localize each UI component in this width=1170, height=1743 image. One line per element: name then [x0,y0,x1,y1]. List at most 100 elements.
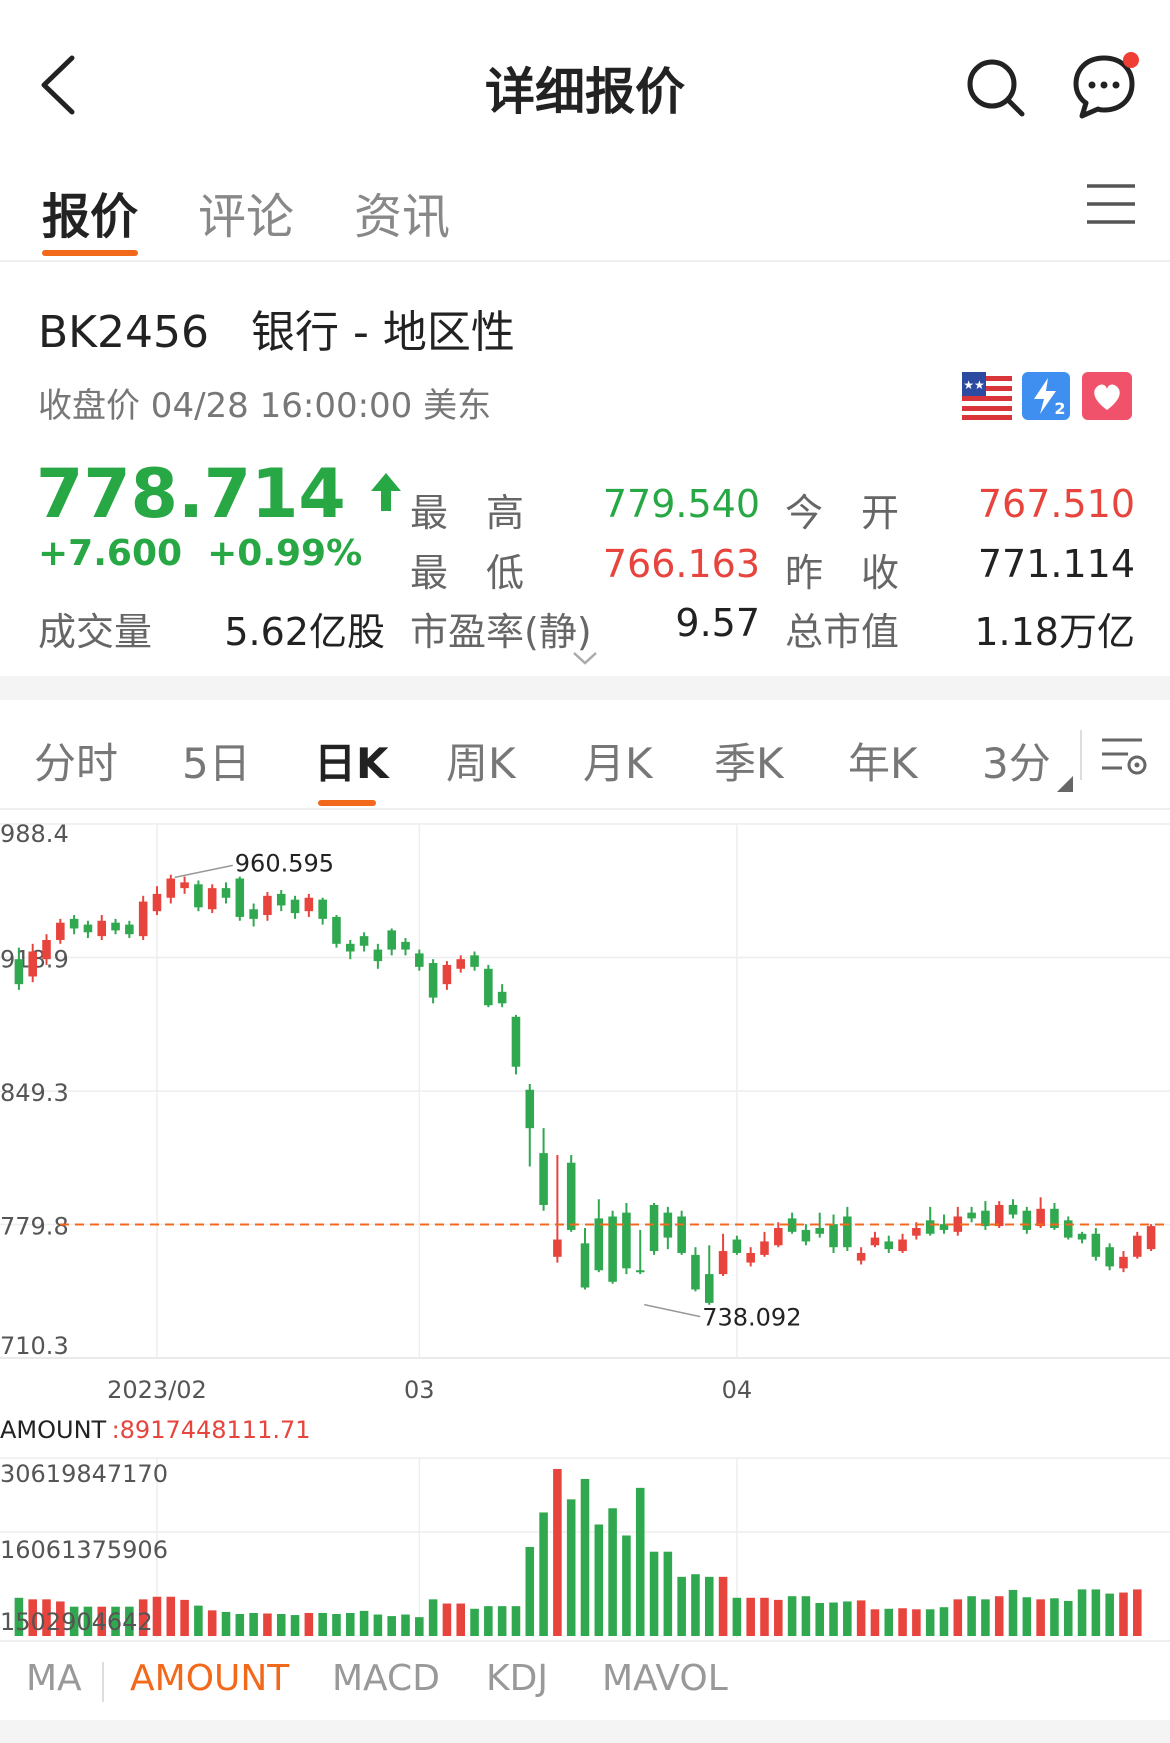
tab-news[interactable]: 资讯 [354,177,450,247]
amount-bar [539,1512,548,1636]
period-tab-quarterly[interactable]: 季K [714,730,784,791]
candle-body [428,963,438,998]
amount-bar [925,1609,935,1636]
amount-bar [635,1487,645,1636]
period-tab-yearly[interactable]: 年K [848,730,918,791]
amount-bar [1133,1589,1142,1636]
amount-bar [1077,1589,1087,1636]
amount-bar [1050,1598,1059,1636]
price-tick-label: 849.3 [0,1079,69,1107]
amount-bar [373,1614,383,1636]
dropdown-corner-icon [1057,776,1073,792]
last-price: 778.714 [36,455,403,534]
search-icon [967,59,1025,117]
candle-body [870,1237,880,1246]
amount-bar [774,1599,783,1636]
candle-body [760,1241,769,1255]
tab-quote[interactable]: 报价 [42,177,138,247]
indicator-tab-ma[interactable]: MA [26,1658,82,1699]
indicator-tab-amount[interactable]: AMOUNT [130,1658,289,1699]
candle-body [415,953,424,967]
amount-bar [691,1574,700,1636]
candle-body [884,1241,894,1250]
max-leader [174,864,233,879]
period-tab-intraday[interactable]: 分时 [34,730,118,791]
candle-body [718,1251,728,1275]
period-tab-monthly[interactable]: 月K [583,730,653,791]
open-value: 767.510 [977,482,1135,526]
settings-list-icon [1102,738,1147,775]
candle-body [525,1089,535,1129]
candle-body [28,951,37,977]
amount-bar [415,1617,424,1636]
candle-body [359,936,369,946]
candlesticks [14,874,1156,1305]
amount-tick-label: 30619847170 [0,1460,168,1488]
candle-body [332,916,341,944]
candle-body [1091,1233,1101,1257]
amount-bar [207,1610,217,1636]
candle-body [263,895,272,916]
menu-button[interactable] [1085,180,1137,230]
amount-bar [663,1551,673,1636]
price-tick-label: 710.3 [0,1332,69,1360]
amount-bar [318,1612,327,1636]
candle-body [373,949,383,962]
open-label: 今 开 [785,491,900,535]
period-tab-3min[interactable]: 3分 [982,730,1051,791]
amount-bar [856,1600,866,1636]
amount-bar [553,1468,562,1636]
candle-body [843,1216,852,1248]
amount-bar [276,1614,286,1636]
amount-bar [221,1611,231,1636]
prev-close-value: 771.114 [977,542,1135,586]
favorite-heart-icon[interactable] [1082,372,1132,420]
date-tick-label: 2023/02 [107,1376,207,1404]
period-tab-5day[interactable]: 5日 [182,730,251,791]
amount-bar [484,1606,493,1636]
candle-body [967,1212,976,1219]
amount-bar [401,1614,410,1636]
candle-body [207,888,217,910]
message-button[interactable] [1070,50,1150,125]
amount-bar [939,1607,949,1636]
candle-body [622,1212,631,1269]
candle-body [235,878,245,917]
candle-body [511,1016,521,1067]
candle-body [125,924,134,935]
amount-bar [194,1605,203,1636]
amount-bar [332,1614,341,1636]
tab-comments[interactable]: 评论 [198,177,294,247]
candle-body [898,1239,907,1252]
amount-bar [760,1597,769,1636]
amount-bar [249,1612,258,1636]
chart-settings-button[interactable] [1100,732,1148,780]
top-bar: 详细报价 [0,0,1170,170]
main-tabs: 报价 评论 资讯 [0,160,1170,262]
candle-body [83,924,93,933]
close-time: 收盘价 04/28 16:00:00 美东 [38,386,492,426]
candle-body [1063,1220,1073,1238]
price-value: 778.714 [36,455,346,534]
kline-chart[interactable]: 988.4918.9849.3779.8710.3 960.595738.092… [0,808,1170,1640]
amount-bar [746,1597,755,1636]
amount-bar [1063,1600,1073,1636]
indicator-tab-macd[interactable]: MACD [332,1658,440,1699]
candle-body [138,901,148,937]
candle-body [994,1204,1004,1227]
candle-body [925,1220,935,1234]
amount-bar [166,1596,176,1636]
period-active-indicator [318,800,376,806]
amount-indicator-label: AMOUNT:8917448111.71 [0,1416,311,1444]
market-cap-value: 1.18万亿 [974,610,1135,654]
candle-body [856,1252,866,1261]
candle-body [290,899,300,914]
amount-bar [1119,1592,1128,1636]
search-button[interactable] [960,52,1030,122]
period-tab-weekly[interactable]: 周K [446,730,516,791]
indicator-tab-mavol[interactable]: MAVOL [602,1658,728,1699]
indicator-tab-kdj[interactable]: KDJ [486,1658,548,1699]
date-axis-labels: 2023/02 03 04 [107,1376,752,1404]
period-tab-daily[interactable]: 日K [314,730,389,791]
expand-quotes-button[interactable] [572,650,598,672]
